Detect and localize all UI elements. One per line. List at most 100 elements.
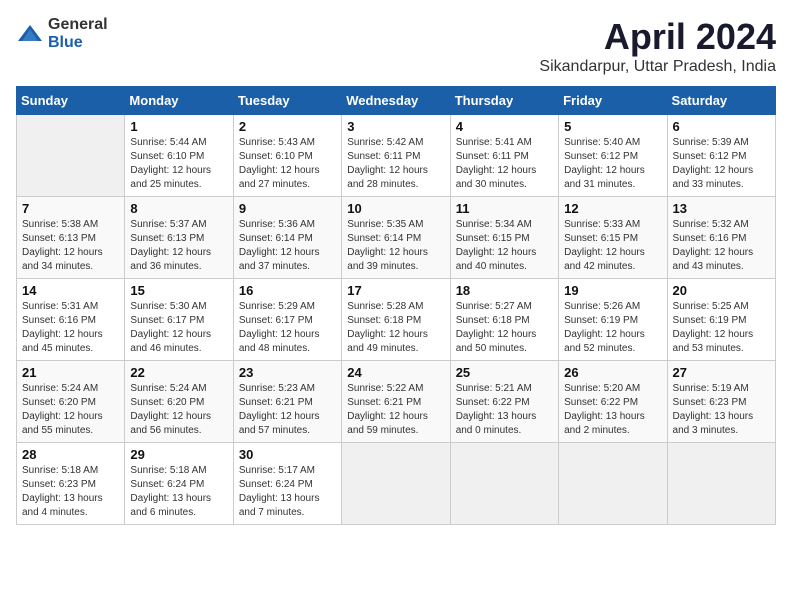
day-number: 19 [564, 283, 661, 298]
day-number: 29 [130, 447, 227, 462]
calendar-cell: 6Sunrise: 5:39 AM Sunset: 6:12 PM Daylig… [667, 115, 775, 197]
day-number: 6 [673, 119, 770, 134]
calendar-cell: 11Sunrise: 5:34 AM Sunset: 6:15 PM Dayli… [450, 197, 558, 279]
calendar-cell: 28 Sunrise: 5:18 AM Sunset: 6:23 PM Dayli… [17, 443, 125, 525]
day-number: 10 [347, 201, 444, 216]
weekday-header: Wednesday [342, 87, 450, 115]
logo: General Blue [16, 16, 108, 52]
calendar-cell: 20Sunrise: 5:25 AM Sunset: 6:19 PM Dayli… [667, 279, 775, 361]
calendar-cell [450, 443, 558, 525]
calendar-cell: 9Sunrise: 5:36 AM Sunset: 6:14 PM Daylig… [233, 197, 341, 279]
weekday-header: Saturday [667, 87, 775, 115]
day-info: Sunrise: 5:17 AM Sunset: 6:24 PM Dayligh… [239, 464, 336, 520]
day-number: 25 [456, 365, 553, 380]
logo-general-text: General [48, 16, 108, 33]
weekday-header: Sunday [17, 87, 125, 115]
day-number: 18 [456, 283, 553, 298]
calendar-cell: 13Sunrise: 5:32 AM Sunset: 6:16 PM Dayli… [667, 197, 775, 279]
day-info: Sunrise: 5:44 AM Sunset: 6:10 PM Dayligh… [130, 136, 227, 192]
day-number: 24 [347, 365, 444, 380]
day-info: Sunrise: 5:31 AM Sunset: 6:16 PM Dayligh… [22, 300, 119, 356]
day-number: 9 [239, 201, 336, 216]
day-number: 28 [22, 447, 119, 462]
day-number: 3 [347, 119, 444, 134]
day-number: 4 [456, 119, 553, 134]
calendar-cell: 4 Sunrise: 5:41 AM Sunset: 6:11 PM Daylig… [450, 115, 558, 197]
day-number: 12 [564, 201, 661, 216]
day-number: 15 [130, 283, 227, 298]
calendar-cell [342, 443, 450, 525]
calendar-header: SundayMondayTuesdayWednesdayThursdayFrid… [17, 87, 776, 115]
logo-icon [16, 23, 44, 45]
weekday-header: Friday [559, 87, 667, 115]
day-info: Sunrise: 5:42 AM Sunset: 6:11 PM Dayligh… [347, 136, 444, 192]
calendar-week-row: 1Sunrise: 5:44 AM Sunset: 6:10 PM Daylig… [17, 115, 776, 197]
day-info: Sunrise: 5:27 AM Sunset: 6:18 PM Dayligh… [456, 300, 553, 356]
day-info: Sunrise: 5:40 AM Sunset: 6:12 PM Dayligh… [564, 136, 661, 192]
calendar-cell: 15 Sunrise: 5:30 AM Sunset: 6:17 PM Dayli… [125, 279, 233, 361]
day-info: Sunrise: 5:24 AM Sunset: 6:20 PM Dayligh… [130, 382, 227, 438]
day-info: Sunrise: 5:22 AM Sunset: 6:21 PM Dayligh… [347, 382, 444, 438]
day-info: Sunrise: 5:18 AM Sunset: 6:23 PM Dayligh… [22, 464, 119, 520]
day-info: Sunrise: 5:24 AM Sunset: 6:20 PM Dayligh… [22, 382, 119, 438]
day-number: 26 [564, 365, 661, 380]
calendar-week-row: 21 Sunrise: 5:24 AM Sunset: 6:20 PM Dayli… [17, 361, 776, 443]
calendar-week-row: 7 Sunrise: 5:38 AM Sunset: 6:13 PM Daylig… [17, 197, 776, 279]
day-info: Sunrise: 5:21 AM Sunset: 6:22 PM Dayligh… [456, 382, 553, 438]
day-info: Sunrise: 5:18 AM Sunset: 6:24 PM Dayligh… [130, 464, 227, 520]
calendar-cell [559, 443, 667, 525]
day-number: 5 [564, 119, 661, 134]
day-info: Sunrise: 5:35 AM Sunset: 6:14 PM Dayligh… [347, 218, 444, 274]
calendar-cell: 22 Sunrise: 5:24 AM Sunset: 6:20 PM Dayli… [125, 361, 233, 443]
logo-blue-text: Blue [48, 34, 83, 51]
day-number: 16 [239, 283, 336, 298]
calendar-body: 1Sunrise: 5:44 AM Sunset: 6:10 PM Daylig… [17, 115, 776, 525]
day-number: 8 [130, 201, 227, 216]
weekday-header: Tuesday [233, 87, 341, 115]
day-info: Sunrise: 5:37 AM Sunset: 6:13 PM Dayligh… [130, 218, 227, 274]
page-header: General Blue April 2024 Sikandarpur, Utt… [16, 16, 776, 76]
calendar-cell: 12 Sunrise: 5:33 AM Sunset: 6:15 PM Dayli… [559, 197, 667, 279]
day-info: Sunrise: 5:30 AM Sunset: 6:17 PM Dayligh… [130, 300, 227, 356]
calendar-cell: 27Sunrise: 5:19 AM Sunset: 6:23 PM Dayli… [667, 361, 775, 443]
calendar-week-row: 14Sunrise: 5:31 AM Sunset: 6:16 PM Dayli… [17, 279, 776, 361]
calendar-cell: 14Sunrise: 5:31 AM Sunset: 6:16 PM Dayli… [17, 279, 125, 361]
calendar-cell: 29 Sunrise: 5:18 AM Sunset: 6:24 PM Dayli… [125, 443, 233, 525]
day-info: Sunrise: 5:41 AM Sunset: 6:11 PM Dayligh… [456, 136, 553, 192]
day-number: 23 [239, 365, 336, 380]
day-info: Sunrise: 5:33 AM Sunset: 6:15 PM Dayligh… [564, 218, 661, 274]
calendar-week-row: 28 Sunrise: 5:18 AM Sunset: 6:23 PM Dayli… [17, 443, 776, 525]
day-number: 22 [130, 365, 227, 380]
calendar-cell: 30 Sunrise: 5:17 AM Sunset: 6:24 PM Dayli… [233, 443, 341, 525]
calendar-subtitle: Sikandarpur, Uttar Pradesh, India [539, 58, 776, 76]
day-number: 21 [22, 365, 119, 380]
day-info: Sunrise: 5:25 AM Sunset: 6:19 PM Dayligh… [673, 300, 770, 356]
calendar-cell: 3 Sunrise: 5:42 AM Sunset: 6:11 PM Daylig… [342, 115, 450, 197]
day-number: 17 [347, 283, 444, 298]
day-number: 13 [673, 201, 770, 216]
calendar-cell: 18 Sunrise: 5:27 AM Sunset: 6:18 PM Dayli… [450, 279, 558, 361]
day-info: Sunrise: 5:29 AM Sunset: 6:17 PM Dayligh… [239, 300, 336, 356]
calendar-title: April 2024 [539, 16, 776, 58]
calendar-cell: 5 Sunrise: 5:40 AM Sunset: 6:12 PM Daylig… [559, 115, 667, 197]
weekday-header: Thursday [450, 87, 558, 115]
calendar-cell: 17Sunrise: 5:28 AM Sunset: 6:18 PM Dayli… [342, 279, 450, 361]
day-number: 7 [22, 201, 119, 216]
calendar-cell: 8 Sunrise: 5:37 AM Sunset: 6:13 PM Daylig… [125, 197, 233, 279]
day-info: Sunrise: 5:43 AM Sunset: 6:10 PM Dayligh… [239, 136, 336, 192]
calendar-cell: 24 Sunrise: 5:22 AM Sunset: 6:21 PM Dayli… [342, 361, 450, 443]
calendar-cell: 26Sunrise: 5:20 AM Sunset: 6:22 PM Dayli… [559, 361, 667, 443]
calendar-cell: 16 Sunrise: 5:29 AM Sunset: 6:17 PM Dayli… [233, 279, 341, 361]
calendar-cell: 19 Sunrise: 5:26 AM Sunset: 6:19 PM Dayli… [559, 279, 667, 361]
day-info: Sunrise: 5:38 AM Sunset: 6:13 PM Dayligh… [22, 218, 119, 274]
calendar-table: SundayMondayTuesdayWednesdayThursdayFrid… [16, 86, 776, 525]
weekday-header-row: SundayMondayTuesdayWednesdayThursdayFrid… [17, 87, 776, 115]
calendar-cell: 21 Sunrise: 5:24 AM Sunset: 6:20 PM Dayli… [17, 361, 125, 443]
day-info: Sunrise: 5:26 AM Sunset: 6:19 PM Dayligh… [564, 300, 661, 356]
calendar-cell: 23 Sunrise: 5:23 AM Sunset: 6:21 PM Dayli… [233, 361, 341, 443]
calendar-cell: 2Sunrise: 5:43 AM Sunset: 6:10 PM Daylig… [233, 115, 341, 197]
calendar-cell: 7 Sunrise: 5:38 AM Sunset: 6:13 PM Daylig… [17, 197, 125, 279]
day-info: Sunrise: 5:23 AM Sunset: 6:21 PM Dayligh… [239, 382, 336, 438]
calendar-cell: 1Sunrise: 5:44 AM Sunset: 6:10 PM Daylig… [125, 115, 233, 197]
day-number: 30 [239, 447, 336, 462]
